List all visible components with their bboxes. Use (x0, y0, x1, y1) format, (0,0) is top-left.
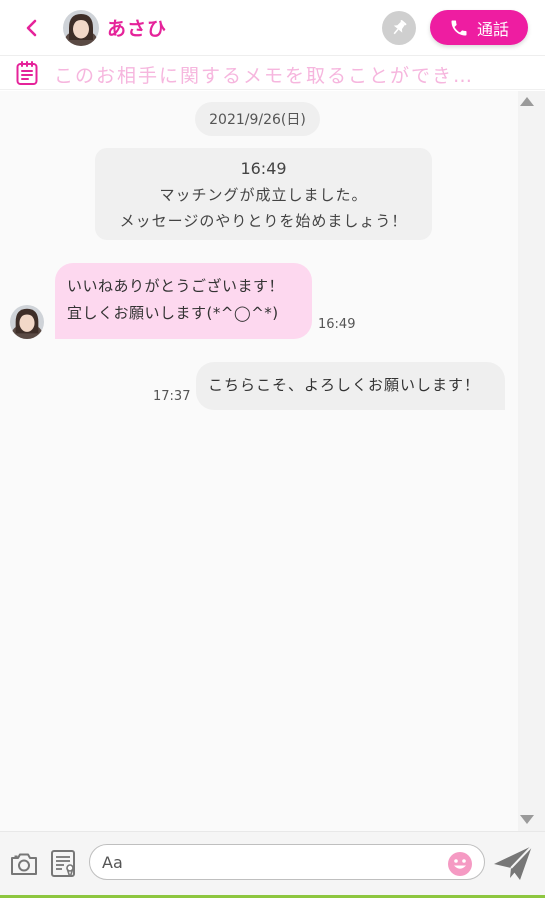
memo-bar[interactable]: このお相手に関するメモを取ることができ… (0, 57, 545, 90)
call-button[interactable]: 通話 (430, 10, 528, 45)
message-input[interactable] (89, 844, 485, 880)
back-button[interactable] (18, 14, 44, 42)
avatar[interactable] (63, 10, 99, 46)
date-separator: 2021/9/26(日) (195, 102, 320, 136)
partner-avatar[interactable] (10, 305, 44, 339)
pin-button[interactable] (382, 11, 416, 45)
scroll-up-arrow[interactable] (520, 97, 534, 106)
message-text: こちらこそ、よろしくお願いします！ (208, 376, 481, 394)
phone-icon (451, 20, 467, 35)
message-input-bar (0, 831, 545, 898)
template-message-icon[interactable] (50, 848, 78, 880)
camera-icon[interactable] (9, 849, 39, 879)
memo-placeholder: このお相手に関するメモを取ることができ… (54, 65, 475, 87)
memo-icon (16, 61, 38, 85)
message-time: 16:49 (318, 317, 356, 332)
outgoing-message-bubble[interactable]: こちらこそ、よろしくお願いします！ (196, 362, 505, 410)
message-time: 17:37 (153, 389, 191, 404)
emoji-icon[interactable] (447, 851, 473, 877)
call-label: 通話 (476, 19, 509, 39)
chevron-left-icon (26, 19, 37, 37)
incoming-message-bubble[interactable]: いいねありがとうございます！ 宜しくお願いします(*^◯^*) (55, 263, 312, 339)
system-message-line: メッセージのやりとりを始めましょう！ (119, 212, 408, 230)
pin-icon (393, 20, 407, 35)
message-text: 宜しくお願いします(*^◯^*) (67, 304, 279, 322)
partner-name[interactable]: あさひ (107, 14, 167, 41)
chat-header: あさひ 通話 (0, 0, 545, 56)
system-message: 16:49 マッチングが成立しました。 メッセージのやりとりを始めましょう！ (95, 148, 432, 240)
system-message-line: マッチングが成立しました。 (159, 186, 368, 204)
scrollbar[interactable] (518, 91, 545, 831)
send-icon[interactable] (492, 842, 534, 884)
message-text: いいねありがとうございます！ (67, 277, 285, 295)
scroll-down-arrow[interactable] (520, 815, 534, 824)
system-message-time: 16:49 (240, 159, 287, 178)
